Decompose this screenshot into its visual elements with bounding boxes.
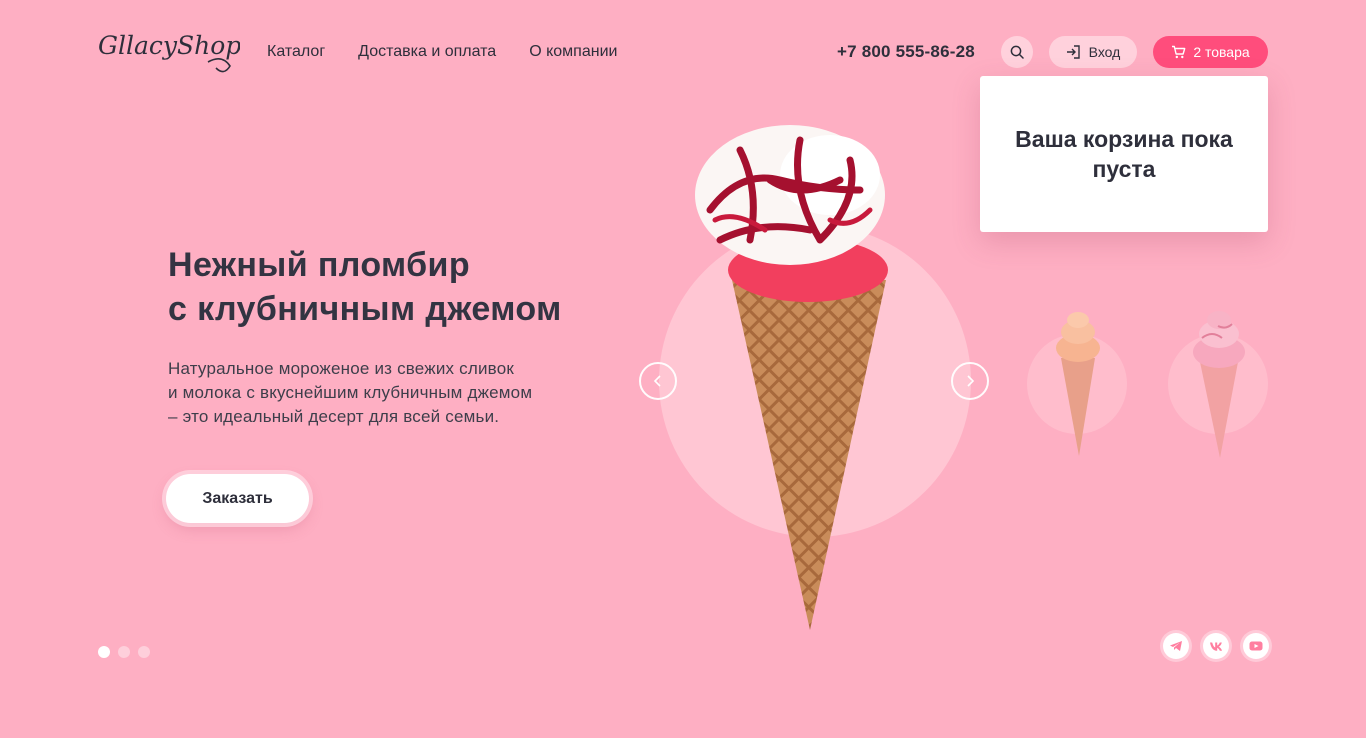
cart-popup: Ваша корзина пока пуста <box>980 76 1268 232</box>
hero-description-line: и молока с вкуснейшим клубничным джемом <box>168 383 533 402</box>
chevron-right-icon <box>967 375 975 387</box>
cart-icon <box>1172 45 1186 59</box>
order-button[interactable]: Заказать <box>166 474 309 523</box>
main-nav: Каталог Доставка и оплата О компании <box>267 42 617 62</box>
hero-description: Натуральное мороженое из свежих сливок и… <box>168 357 532 429</box>
slider-next-button[interactable] <box>951 362 989 400</box>
social-links <box>1163 633 1269 659</box>
chevron-left-icon <box>653 375 661 387</box>
slider-dot-1[interactable] <box>98 646 110 658</box>
login-button[interactable]: Вход <box>1049 36 1137 68</box>
thumbnail-ice-cream-peach[interactable] <box>1049 310 1107 460</box>
vk-icon <box>1210 642 1222 651</box>
search-button[interactable] <box>1001 36 1033 68</box>
telegram-icon <box>1170 641 1182 651</box>
phone-number[interactable]: +7 800 555-86-28 <box>837 42 975 62</box>
search-icon <box>1010 45 1024 59</box>
thumbnail-ice-cream-pink[interactable] <box>1188 308 1250 460</box>
logo-swash <box>207 58 231 73</box>
hero-description-line: – это идеальный десерт для всей семьи. <box>168 407 500 426</box>
nav-catalog-link[interactable]: Каталог <box>267 42 325 62</box>
cart-button[interactable]: 2 товара <box>1153 36 1268 68</box>
ice-cream-cone-image <box>695 125 888 630</box>
hero-title-line: с клубничным джемом <box>168 290 562 328</box>
vk-link[interactable] <box>1203 633 1229 659</box>
slider-prev-button[interactable] <box>639 362 677 400</box>
login-label: Вход <box>1088 44 1121 60</box>
logo-text: GllacyShop <box>98 31 240 60</box>
cart-label: 2 товара <box>1193 44 1250 60</box>
hero-title-line: Нежный пломбир <box>168 246 471 284</box>
logo[interactable]: GllacyShop <box>96 18 241 82</box>
cart-empty-message: Ваша корзина пока пуста <box>1015 126 1233 182</box>
login-icon <box>1066 45 1080 59</box>
youtube-icon <box>1249 641 1263 651</box>
slider-dot-3[interactable] <box>138 646 150 658</box>
hero-title: Нежный пломбир с клубничным джемом <box>168 243 562 331</box>
slider-pagination <box>98 646 150 658</box>
hero-description-line: Натуральное мороженое из свежих сливок <box>168 359 515 378</box>
telegram-link[interactable] <box>1163 633 1189 659</box>
nav-delivery-link[interactable]: Доставка и оплата <box>358 42 496 62</box>
nav-about-link[interactable]: О компании <box>529 42 617 62</box>
youtube-link[interactable] <box>1243 633 1269 659</box>
slider-dot-2[interactable] <box>118 646 130 658</box>
